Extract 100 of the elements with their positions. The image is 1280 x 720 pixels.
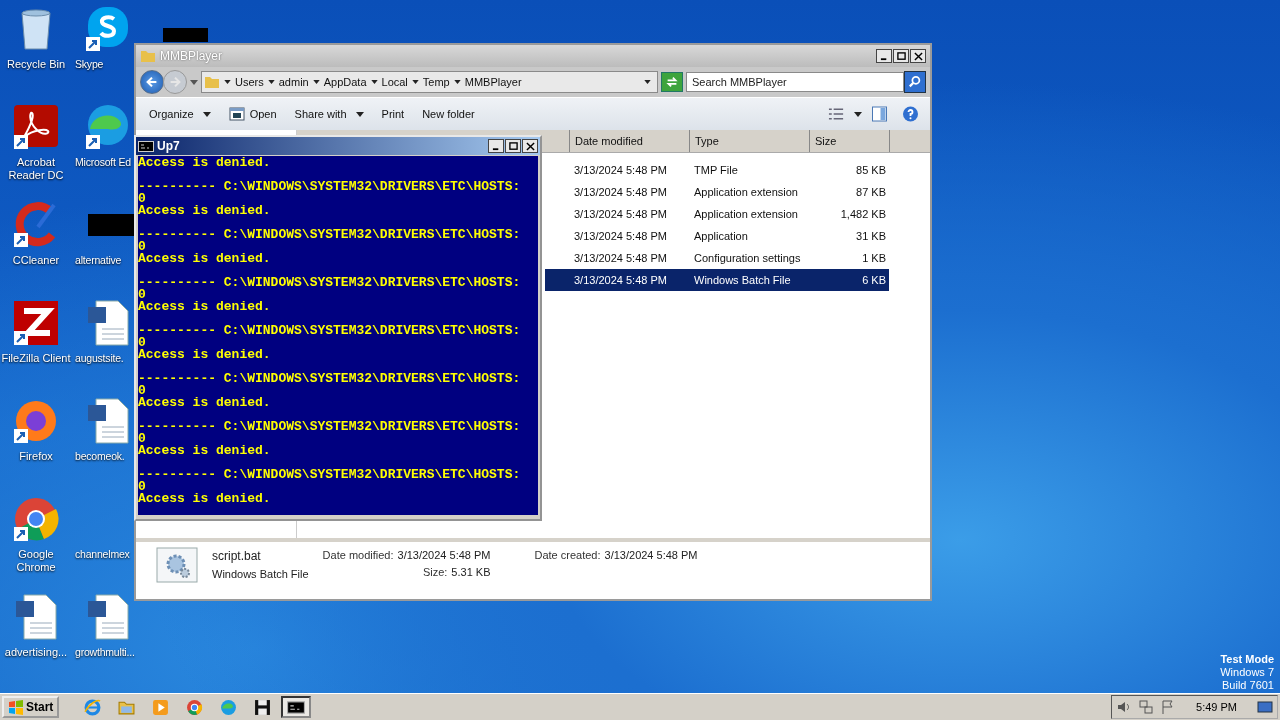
detail-label: Size: bbox=[422, 566, 448, 578]
breadcrumb[interactable]: admin bbox=[278, 76, 309, 88]
file-row[interactable]: 3/13/2024 5:48 PM Application extension 87 KB bbox=[545, 181, 889, 203]
desktop-icon-label[interactable]: Microsoft Ed bbox=[75, 156, 131, 169]
console-line: ---------- C:\WINDOWS\SYSTEM32\DRIVERS\ETC\HOSTS: bbox=[138, 421, 521, 433]
browser-icon[interactable] bbox=[185, 698, 203, 716]
desktop-icon-label[interactable]: Recycle Bin bbox=[1, 58, 71, 71]
desktop-icon-label[interactable]: CCleaner bbox=[1, 254, 71, 267]
breadcrumb[interactable]: MMBPlayer bbox=[464, 76, 522, 88]
toolbar-button[interactable]: Open bbox=[221, 102, 284, 126]
toolbar-button[interactable]: New folder bbox=[415, 102, 482, 126]
desktop-icon-label[interactable]: alternative bbox=[75, 254, 122, 267]
file-transfer-icon[interactable] bbox=[12, 299, 60, 347]
folder-icon bbox=[204, 74, 220, 90]
detail-value: 5.31 KB bbox=[451, 566, 491, 578]
caret-icon[interactable] bbox=[355, 111, 364, 117]
table-cell-text: TMP File bbox=[693, 164, 739, 176]
console-line: Access is denied. bbox=[138, 157, 271, 169]
preview-pane-icon[interactable] bbox=[871, 106, 888, 122]
browser-icon[interactable] bbox=[12, 495, 60, 543]
desktop-icon-label[interactable]: augustsite. bbox=[75, 352, 124, 365]
address-bar[interactable]: Users admin AppData Local Temp MMBPlayer bbox=[201, 71, 658, 93]
desktop-icon-label[interactable]: FileZilla Client bbox=[1, 352, 71, 365]
taskbar-button[interactable] bbox=[281, 696, 312, 718]
table-cell-text: Configuration settings bbox=[693, 252, 802, 264]
console-line: Access is denied. bbox=[138, 445, 271, 457]
file-row[interactable]: 3/13/2024 5:48 PM Configuration settings 1 KB bbox=[545, 247, 889, 269]
detail-label: Date created: bbox=[534, 549, 601, 561]
console-line: Access is denied. bbox=[138, 253, 271, 265]
table-cell-text: 3/13/2024 5:48 PM bbox=[573, 186, 668, 198]
show-desktop-icon[interactable] bbox=[1257, 699, 1273, 715]
console-line: 0 bbox=[138, 337, 146, 349]
toolbar-button[interactable]: Print bbox=[374, 102, 412, 126]
window-title: MMBPlayer bbox=[160, 49, 223, 63]
table-cell-text: Windows Batch File bbox=[693, 274, 792, 286]
clock[interactable]: 5:49 PM bbox=[1196, 701, 1237, 713]
network-icon[interactable] bbox=[1138, 699, 1155, 715]
caret-icon[interactable] bbox=[312, 80, 320, 84]
caret-icon[interactable] bbox=[411, 80, 419, 84]
table-cell-text: 3/13/2024 5:48 PM bbox=[573, 164, 668, 176]
help-icon[interactable] bbox=[902, 106, 919, 122]
window-icon[interactable] bbox=[228, 106, 245, 122]
console-line: 0 bbox=[138, 241, 146, 253]
detail-label: Date modified: bbox=[322, 549, 394, 561]
console-line: Access is denied. bbox=[138, 349, 271, 361]
console-line: Access is denied. bbox=[138, 493, 271, 505]
console-line: ---------- C:\WINDOWS\SYSTEM32\DRIVERS\ETC\HOSTS: bbox=[138, 277, 521, 289]
caret-icon[interactable] bbox=[644, 80, 651, 84]
system-notice: Windows 7 bbox=[1220, 666, 1274, 679]
table-cell-text: 31 KB bbox=[855, 230, 887, 242]
console-line: 0 bbox=[138, 433, 146, 445]
table-cell-text: 1 KB bbox=[861, 252, 887, 264]
console-icon[interactable] bbox=[287, 700, 306, 714]
column-header[interactable]: Type bbox=[689, 130, 809, 152]
caret-icon[interactable] bbox=[202, 111, 211, 117]
table-cell-text: 1,482 KB bbox=[839, 208, 887, 220]
desktop-icon-label[interactable]: Firefox bbox=[1, 450, 71, 463]
caret-icon[interactable] bbox=[224, 80, 231, 84]
file-type: Windows Batch File bbox=[212, 568, 309, 580]
desktop-icon-label[interactable]: Google Chrome bbox=[1, 548, 71, 574]
desktop-icon-label[interactable]: Acrobat Reader DC bbox=[1, 156, 71, 182]
breadcrumb[interactable]: Temp bbox=[422, 76, 450, 88]
console-icon bbox=[138, 140, 154, 152]
redaction-block bbox=[88, 214, 134, 236]
pdf-reader-icon[interactable] bbox=[12, 103, 60, 151]
desktop-icon-label[interactable]: growthmulti... bbox=[75, 646, 135, 659]
console-line: ---------- C:\WINDOWS\SYSTEM32\DRIVERS\ETC\HOSTS: bbox=[138, 181, 521, 193]
breadcrumb[interactable]: AppData bbox=[323, 76, 367, 88]
desktop-icon-label[interactable]: Skype bbox=[75, 58, 104, 71]
breadcrumb[interactable]: Users bbox=[235, 76, 264, 88]
table-cell-text: 3/13/2024 5:48 PM bbox=[573, 274, 668, 286]
console-line: Access is denied. bbox=[138, 205, 271, 217]
desktop-icon-label[interactable]: channelmex bbox=[75, 548, 130, 561]
desktop-icon-label[interactable]: becomeok. bbox=[75, 450, 125, 463]
caret-icon[interactable] bbox=[453, 80, 461, 84]
table-cell-text: Application bbox=[693, 230, 749, 242]
column-header[interactable]: Size bbox=[809, 130, 889, 152]
folder-icon bbox=[140, 48, 156, 64]
caret-icon[interactable] bbox=[854, 111, 862, 117]
table-cell-text: 3/13/2024 5:48 PM bbox=[573, 208, 668, 220]
system-notice: Build 7601 bbox=[1222, 679, 1274, 692]
gear-file-icon bbox=[156, 547, 198, 583]
search-field[interactable]: Search MMBPlayer bbox=[686, 72, 904, 92]
file-row[interactable]: 3/13/2024 5:48 PM Application extension 1,482 KB bbox=[545, 203, 889, 225]
arrow-left-icon[interactable] bbox=[145, 75, 159, 89]
start-button[interactable]: Start bbox=[2, 696, 60, 718]
file-row[interactable]: 3/13/2024 5:48 PM Windows Batch File 6 KB bbox=[545, 269, 889, 291]
caret-icon[interactable] bbox=[267, 80, 275, 84]
toolbar-button[interactable]: Organize bbox=[142, 102, 218, 126]
caret-icon[interactable] bbox=[370, 80, 378, 84]
console-line: Access is denied. bbox=[138, 301, 271, 313]
breadcrumb[interactable]: Local bbox=[381, 76, 408, 88]
view-options-icon[interactable] bbox=[828, 106, 845, 122]
file-row[interactable]: 3/13/2024 5:48 PM TMP File 85 KB bbox=[545, 159, 889, 181]
system-notice: Test Mode bbox=[1220, 653, 1274, 666]
desktop-icon-label[interactable]: advertising... bbox=[1, 646, 71, 659]
toolbar-button[interactable]: Share with bbox=[287, 102, 371, 126]
column-header[interactable]: Date modified bbox=[569, 130, 689, 152]
back-button[interactable] bbox=[140, 70, 164, 94]
file-row[interactable]: 3/13/2024 5:48 PM Application 31 KB bbox=[545, 225, 889, 247]
